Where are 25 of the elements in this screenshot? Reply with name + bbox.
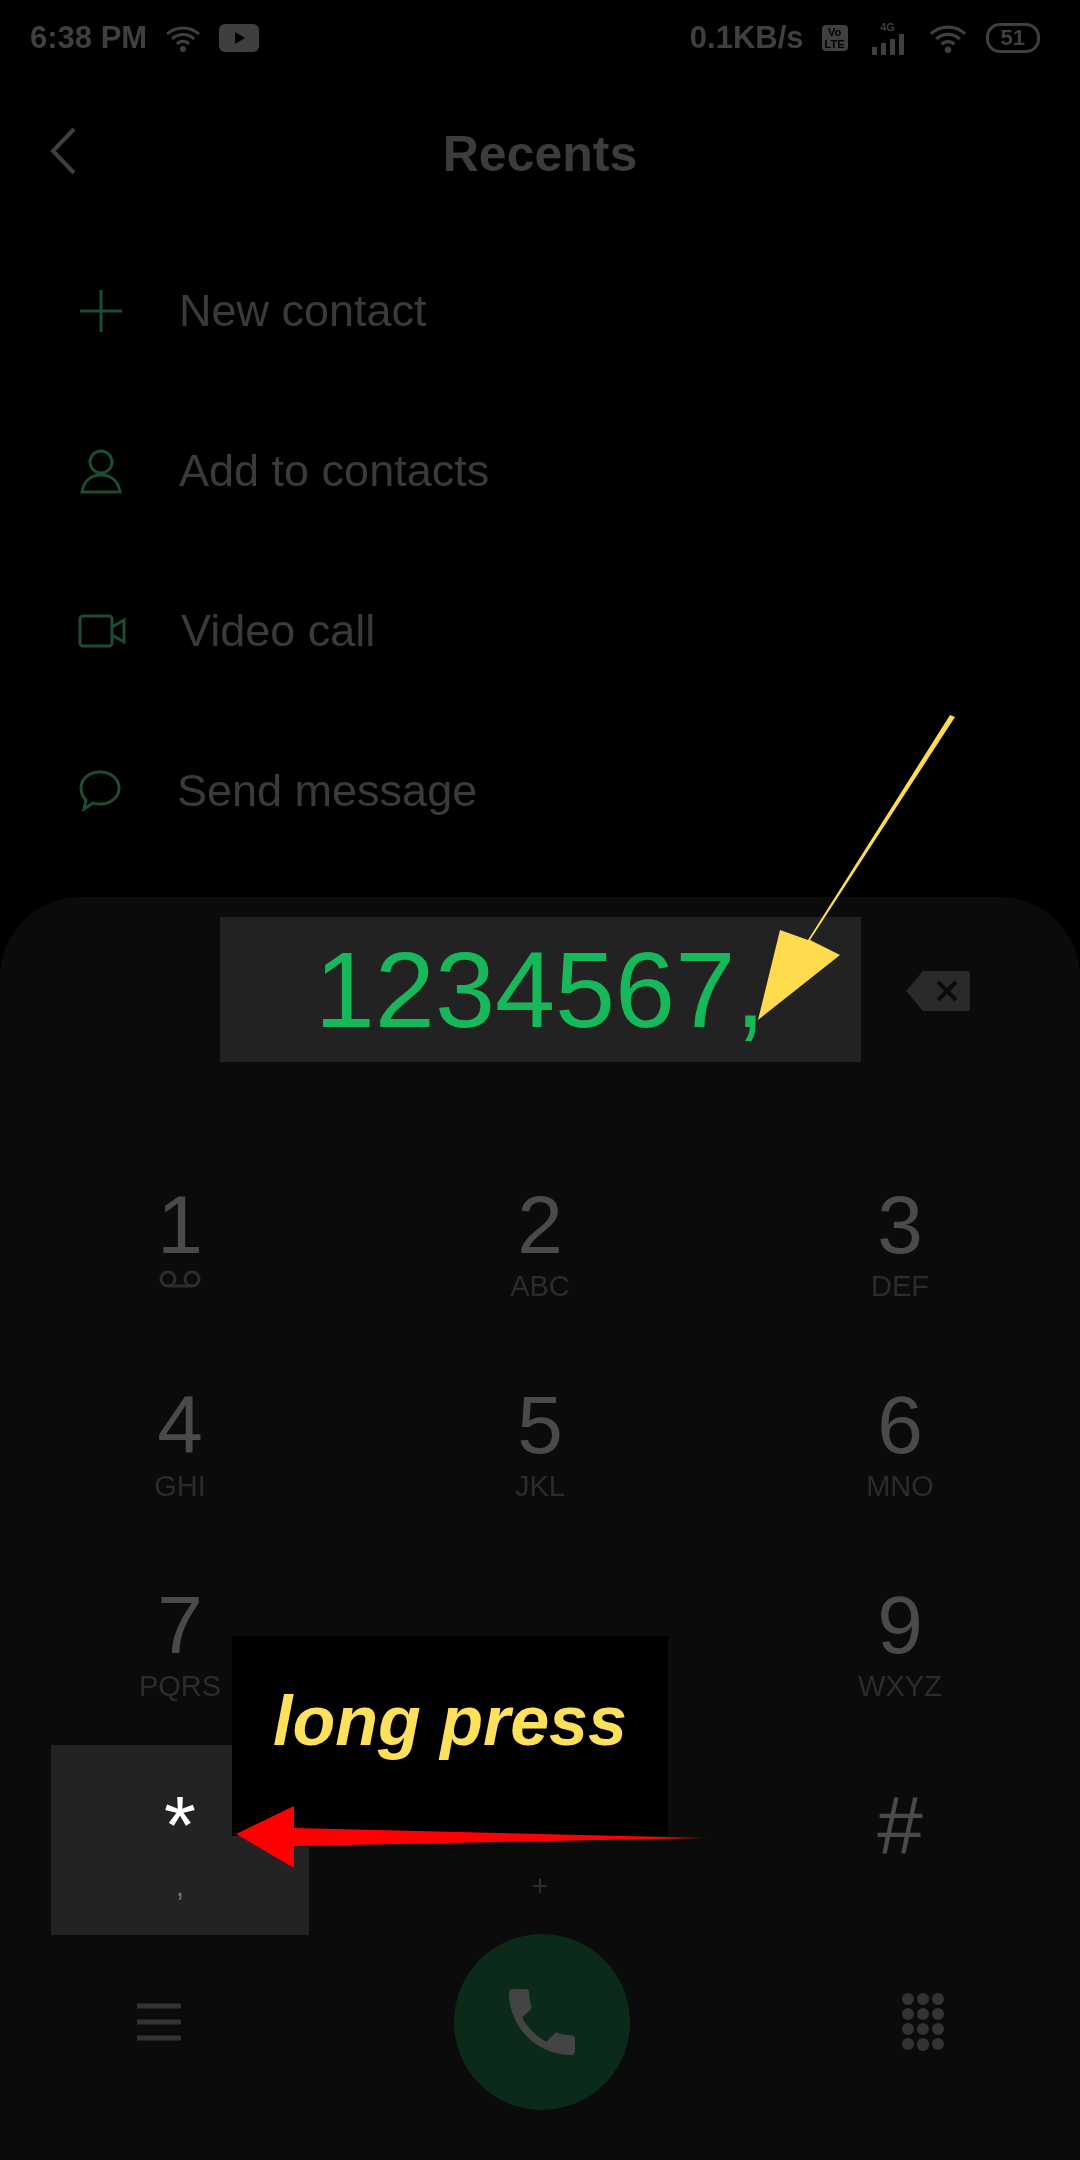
chat-bubble-icon: [78, 769, 122, 813]
battery-level: 51: [985, 23, 1040, 53]
network-speed: 0.1KB/s: [689, 20, 804, 56]
wifi-icon: [927, 23, 968, 53]
menu-icon[interactable]: [135, 2002, 184, 2042]
action-item[interactable]: Video call: [181, 605, 376, 657]
dial-key[interactable]: 1: [51, 1145, 309, 1335]
dialpad-icon[interactable]: [900, 1992, 945, 2052]
voicemail-icon: [158, 1270, 202, 1288]
backspace-icon[interactable]: [905, 969, 971, 1013]
video-camera-icon: [78, 614, 126, 648]
play-icon: [219, 24, 260, 52]
action-item[interactable]: Send message: [177, 765, 478, 817]
network-type: 4G: [880, 21, 895, 33]
dialed-number: 1234567,: [219, 917, 861, 1062]
wifi-icon: [165, 24, 202, 52]
screen-title: Recents: [442, 124, 638, 183]
clock-time: 6:38 PM: [30, 20, 148, 56]
volte-badge: Vo LTE: [821, 25, 848, 51]
action-item[interactable]: Add to contacts: [179, 445, 490, 497]
plus-icon: [78, 288, 124, 334]
back-icon[interactable]: [48, 126, 78, 176]
person-icon: [78, 448, 124, 494]
dial-key[interactable]: #: [771, 1745, 1029, 1935]
action-item[interactable]: New contact: [179, 285, 427, 337]
